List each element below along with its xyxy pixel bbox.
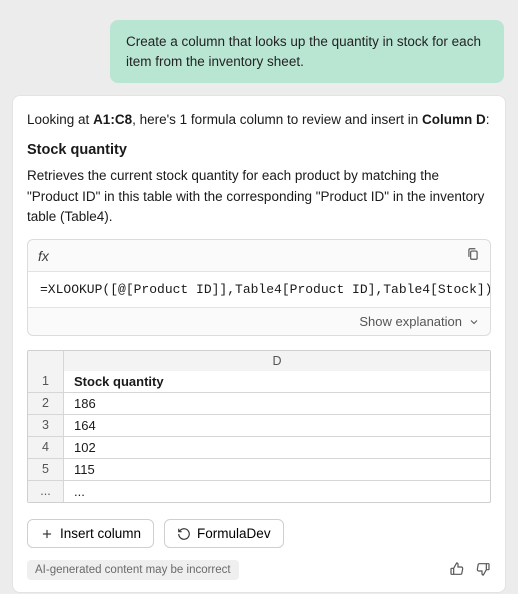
copy-icon[interactable] [466, 246, 480, 265]
rerun-icon [177, 527, 191, 541]
insert-column-button[interactable]: Insert column [27, 519, 154, 548]
row-number: 4 [28, 437, 64, 458]
cell-value: Stock quantity [64, 371, 490, 392]
row-number: 1 [28, 371, 64, 392]
thumbs-down-icon[interactable] [475, 561, 491, 580]
response-footer: AI-generated content may be incorrect [27, 560, 491, 580]
table-row: 4102 [28, 436, 490, 458]
row-number: ... [28, 481, 64, 502]
table-row: 1Stock quantity [28, 371, 490, 392]
table-row: 3164 [28, 414, 490, 436]
section-title: Stock quantity [27, 142, 491, 158]
feedback-controls [449, 561, 491, 580]
formula-text[interactable]: =XLOOKUP([@[Product ID]],Table4[Product … [28, 272, 490, 307]
row-number: 5 [28, 459, 64, 480]
formula-dev-button[interactable]: FormulaDev [164, 519, 284, 548]
cell-value: ... [64, 481, 490, 502]
table-row: 5115 [28, 458, 490, 480]
formula-dev-label: FormulaDev [197, 526, 271, 541]
cell-value: 102 [64, 437, 490, 458]
intro-text: Looking at A1:C8, here's 1 formula colum… [27, 110, 491, 130]
ai-disclaimer: AI-generated content may be incorrect [27, 560, 239, 580]
preview-column-header-row: D [28, 351, 490, 371]
formula-header: fx [28, 240, 490, 272]
show-explanation-label: Show explanation [359, 314, 462, 329]
formula-block: fx =XLOOKUP([@[Product ID]],Table4[Produ… [27, 239, 491, 336]
corner-cell [28, 351, 64, 371]
intro-suffix: : [486, 112, 490, 127]
cell-value: 186 [64, 393, 490, 414]
intro-prefix: Looking at [27, 112, 93, 127]
column-letter: D [64, 351, 490, 371]
action-buttons: Insert column FormulaDev [27, 519, 491, 548]
insert-column-label: Insert column [60, 526, 141, 541]
cell-value: 115 [64, 459, 490, 480]
intro-range: A1:C8 [93, 112, 132, 127]
cell-value: 164 [64, 415, 490, 436]
intro-target: Column D [422, 112, 486, 127]
user-prompt-text: Create a column that looks up the quanti… [126, 34, 481, 69]
user-prompt-bubble: Create a column that looks up the quanti… [110, 20, 504, 83]
row-number: 2 [28, 393, 64, 414]
formula-description: Retrieves the current stock quantity for… [27, 166, 491, 227]
fx-label: fx [38, 248, 49, 264]
intro-mid: , here's 1 formula column to review and … [132, 112, 422, 127]
chevron-down-icon [468, 316, 480, 328]
thumbs-up-icon[interactable] [449, 561, 465, 580]
preview-grid: D 1Stock quantity2186316441025115...... [27, 350, 491, 503]
assistant-response-card: Looking at A1:C8, here's 1 formula colum… [12, 95, 506, 593]
show-explanation-toggle[interactable]: Show explanation [28, 307, 490, 335]
table-row: ...... [28, 480, 490, 502]
row-number: 3 [28, 415, 64, 436]
table-row: 2186 [28, 392, 490, 414]
plus-icon [40, 527, 54, 541]
